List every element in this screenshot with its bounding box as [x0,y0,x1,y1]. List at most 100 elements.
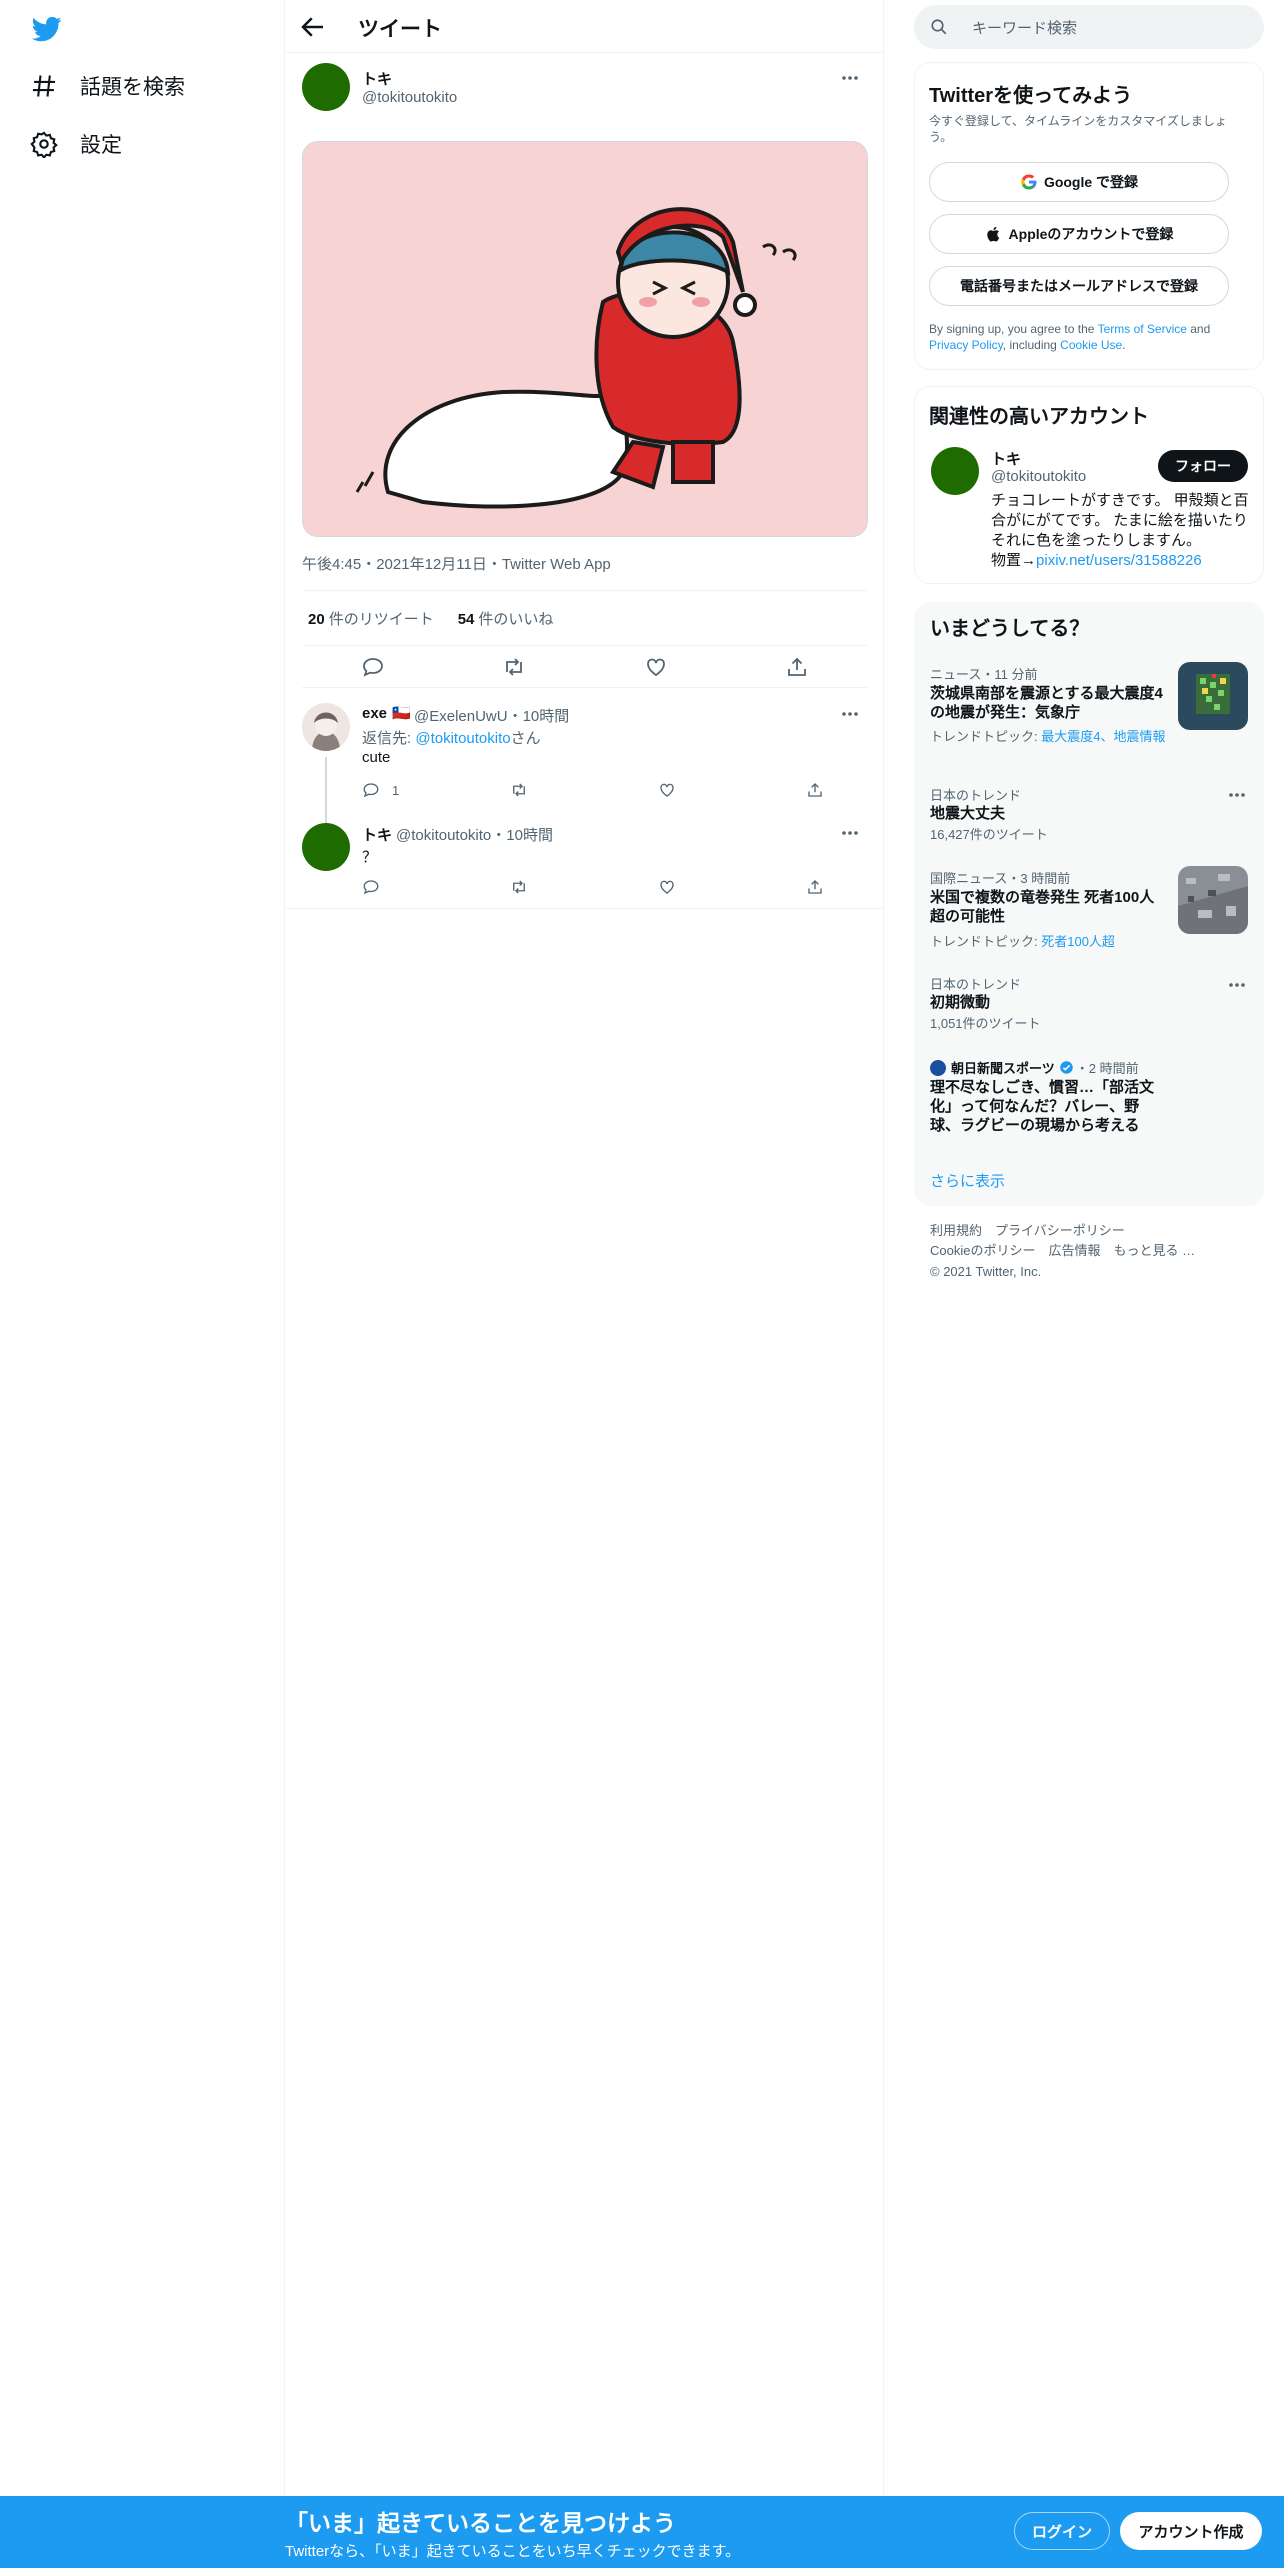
reply-button[interactable] [362,878,510,896]
terms-including: , including [1002,338,1061,352]
gear-icon [30,130,58,158]
google-signup-label: Google で登録 [1043,174,1139,190]
author-handle[interactable]: @tokitoutokito [362,89,457,106]
retweet-icon[interactable] [502,655,526,679]
terms-end: . [1122,338,1126,352]
tweet-stats: 20 件のリツイート 54 件のいいね [302,590,868,646]
tweet-actions [302,646,868,688]
page-title: ツイート [358,18,442,41]
phone-signup-label: 電話番号またはメールアドレスで登録 [960,278,1198,294]
reply-avatar[interactable] [302,703,350,751]
terms-link[interactable]: Terms of Service [1098,322,1187,336]
related-bio-text: チョコレートがすきです。 甲殻類と百合がにがてです。 たまに絵を描いたりそれに色… [991,492,1249,549]
more-icon[interactable] [836,707,864,721]
trends-title: いまどうしてる？ [930,618,1090,640]
left-navigation: 話題を検索 設定 [0,0,285,2496]
flag-chile-icon: 🇨🇱 [392,705,411,722]
trend-topics-links[interactable]: 最大震度4、地震情報 [1041,729,1165,744]
trend-topics-prefix: トレンドトピック: [930,934,1042,949]
related-handle[interactable]: @tokitoutokito [991,468,1086,485]
trend-topics-prefix: トレンドトピック: [930,729,1042,744]
more-icon[interactable] [1226,790,1248,800]
privacy-link[interactable]: Privacy Policy [929,338,1003,352]
trend-thumbnail[interactable] [1178,662,1248,730]
hashtag-icon [30,72,58,100]
login-button[interactable]: ログイン [1014,2512,1110,2550]
trend-topics-links[interactable]: 死者100人超 [1041,934,1115,949]
related-bio-link[interactable]: pixiv.net/users/31588226 [1036,552,1202,569]
reply-handle-time[interactable]: @tokitoutokito・10時間 [396,824,553,845]
trend-title[interactable]: 茨城県南部を震源とする最大震度4の地震が発生：気象庁 [930,684,1166,722]
google-icon [1021,174,1037,190]
reply-name[interactable]: exe [362,705,387,722]
like-button[interactable] [658,878,806,896]
follow-button[interactable]: フォロー [1158,450,1248,482]
trend-title[interactable]: 理不尽なしごき、慣習…「部活文化」って何なんだ？バレー、野球、ラグビーの現場から… [930,1078,1160,1135]
reply-handle-time[interactable]: @ExelenUwU・10時間 [414,705,569,726]
trend-title[interactable]: 地震大丈夫 [930,804,1005,823]
trend-topics: トレンドトピック: 最大震度4、地震情報 [930,729,1166,745]
banner-subtitle: Twitterなら、「いま」起きていることをいち早くチェックできます。 [285,2543,741,2560]
share-icon [808,783,822,797]
more-icon[interactable] [1226,980,1248,990]
copyright: © 2021 Twitter, Inc. [930,1264,1042,1279]
news-time: ・2 時間前 [1075,1061,1139,1076]
footer-links-row[interactable]: Cookieのポリシー 広告情報 もっと見る … [930,1241,1195,1261]
phone-email-signup-button[interactable]: 電話番号またはメールアドレスで登録 [929,266,1229,306]
trends-card: いまどうしてる？ ニュース・11 分前 茨城県南部を震源とする最大震度4の地震が… [914,602,1264,1206]
reply-to-line: 返信先: @tokitoutokitoさん [362,727,541,748]
google-signup-button[interactable]: Google で登録 [929,162,1229,202]
reply-icon [363,880,379,895]
create-account-button[interactable]: アカウント作成 [1120,2512,1262,2550]
reply-button[interactable]: 1 [362,781,510,799]
retweet-label: 件のリツイート [328,610,434,628]
show-more-link[interactable]: さらに表示 [930,1170,1005,1191]
arrow-left-icon[interactable] [298,12,328,42]
author-name[interactable]: トキ [362,68,392,89]
apple-signup-button[interactable]: Appleのアカウントで登録 [929,214,1229,254]
reply-icon[interactable] [361,655,385,679]
more-icon[interactable] [836,826,864,840]
more-icon[interactable] [836,71,864,85]
like-button[interactable] [658,781,806,799]
tweet-image[interactable] [302,141,868,537]
like-icon [660,880,674,894]
terms-prefix: By signing up, you agree to the [929,322,1098,336]
nav-settings[interactable]: 設定 [30,122,122,166]
search-placeholder: キーワード検索 [972,20,1078,37]
reply-to-handle[interactable]: @tokitoutokito [415,730,510,747]
trend-topics: トレンドトピック: 死者100人超 [930,934,1115,950]
retweet-button[interactable] [510,781,658,799]
reply-count: 1 [392,782,400,798]
trend-category: 国際ニュース・3 時間前 [930,871,1071,886]
reply-avatar[interactable] [302,823,350,871]
author-avatar[interactable] [302,63,350,111]
nav-explore[interactable]: 話題を検索 [30,64,185,108]
search-input[interactable]: キーワード検索 [914,5,1264,49]
nav-explore-label: 話題を検索 [80,76,185,99]
like-label: 件のいいね [478,610,554,628]
reply-icon [363,783,379,798]
trend-tweet-count: 16,427件のツイート [930,827,1048,842]
trend-title[interactable]: 初期微動 [930,993,990,1012]
footer-links-row[interactable]: 利用規約 プライバシーポリシー [930,1221,1125,1241]
retweet-icon [513,783,525,797]
like-stat[interactable]: 54 件のいいね [458,608,554,629]
share-icon [808,880,822,894]
retweet-stat[interactable]: 20 件のリツイート [308,608,434,629]
reply-text: ？ [362,849,378,866]
trend-thumbnail[interactable] [1178,866,1248,934]
retweet-button[interactable] [510,878,658,896]
trend-title[interactable]: 米国で複数の竜巻発生 死者100人超の可能性 [930,888,1166,926]
share-icon[interactable] [785,655,809,679]
twitter-bird-icon[interactable] [30,14,68,44]
apple-icon [986,226,999,242]
like-icon[interactable] [644,655,668,679]
cookie-link[interactable]: Cookie Use [1060,338,1122,352]
trend-category: 日本のトレンド [930,977,1022,992]
related-name[interactable]: トキ [991,448,1021,469]
related-avatar[interactable] [931,447,979,495]
reply-name[interactable]: トキ [362,824,392,845]
retweet-icon [513,880,525,894]
tweet-timestamp[interactable]: 午後4:45・2021年12月11日・Twitter Web App [302,553,611,574]
